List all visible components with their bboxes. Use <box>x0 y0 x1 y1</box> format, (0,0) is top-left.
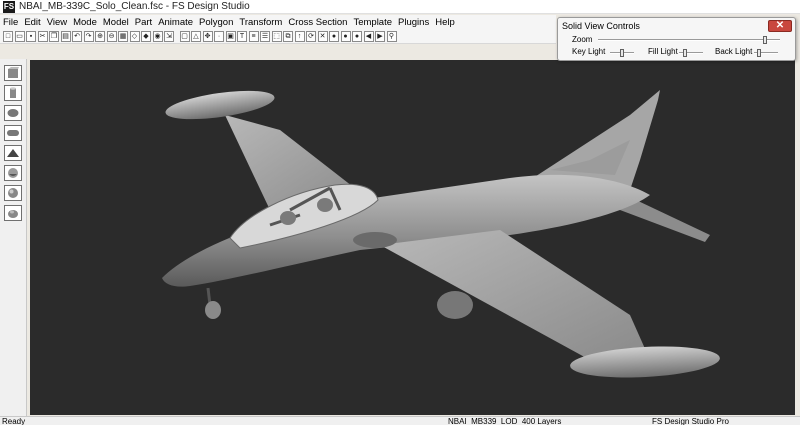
status-ready: Ready <box>2 417 26 425</box>
export-icon[interactable]: ⇲ <box>164 30 174 42</box>
select-icon[interactable]: ▢ <box>179 30 190 42</box>
menu-help[interactable]: Help <box>432 17 458 28</box>
panel-title: Solid View Controls <box>562 21 640 31</box>
redo-icon[interactable]: ↷ <box>83 30 94 42</box>
play-back-icon[interactable]: ◀ <box>363 30 374 42</box>
zoom-label: Zoom <box>572 35 593 44</box>
camera-icon[interactable]: ◉ <box>152 30 163 42</box>
triangle-icon[interactable]: △ <box>191 30 201 42</box>
menu-polygon[interactable]: Polygon <box>196 17 236 28</box>
cylinder-icon <box>10 87 16 98</box>
align-icon[interactable]: ☰ <box>260 30 270 42</box>
zoom-out-icon[interactable]: ⊖ <box>106 30 117 42</box>
title-bar: FS NBAI_MB-339C_Solo_Clean.fsc - FS Desi… <box>0 0 800 14</box>
torus-primitive-button[interactable] <box>4 185 22 201</box>
menu-mode[interactable]: Mode <box>70 17 100 28</box>
status-model-name: NBAI_MB339_LOD_400 Layers <box>448 417 562 425</box>
key-light-slider-thumb[interactable] <box>620 49 624 57</box>
3d-viewport[interactable] <box>30 60 795 415</box>
right-wing <box>380 230 650 360</box>
rotate-icon[interactable]: ⟳ <box>306 30 316 42</box>
menu-animate[interactable]: Animate <box>155 17 196 28</box>
play-forward-icon[interactable]: ▶ <box>375 30 385 42</box>
left-tip-tank <box>165 90 275 120</box>
blob-primitive-button[interactable] <box>4 205 22 221</box>
sphere-icon <box>7 109 19 117</box>
menu-transform[interactable]: Transform <box>236 17 285 28</box>
sphere-primitive-button[interactable] <box>4 105 22 121</box>
status-bar: Ready NBAI_MB339_LOD_400 Layers FS Desig… <box>0 416 800 425</box>
close-icon[interactable]: ✕ <box>768 20 792 32</box>
material-red-icon[interactable]: ● <box>329 30 339 42</box>
grid-icon[interactable]: ▦ <box>118 30 128 42</box>
copy-icon[interactable]: ❐ <box>49 30 59 42</box>
torus-icon <box>8 188 18 198</box>
point-icon[interactable]: · <box>214 30 224 42</box>
menu-view[interactable]: View <box>44 17 70 28</box>
group-icon[interactable]: ⧉ <box>283 30 293 42</box>
aircraft-model <box>162 90 720 378</box>
cone-icon <box>8 168 18 178</box>
capsule-icon <box>7 130 19 136</box>
move-icon[interactable]: ✥ <box>202 30 213 42</box>
material-green-icon[interactable]: ● <box>340 30 351 42</box>
pyramid-icon <box>7 149 19 157</box>
pyramid-primitive-button[interactable] <box>4 145 22 161</box>
app-window: FS NBAI_MB-339C_Solo_Clean.fsc - FS Desi… <box>0 0 800 425</box>
menu-template[interactable]: Template <box>350 17 395 28</box>
back-light-label: Back Light <box>715 47 753 56</box>
copilot-helmet <box>317 198 333 212</box>
cone-primitive-button[interactable] <box>4 165 22 181</box>
app-icon[interactable]: FS <box>3 0 15 13</box>
cube-primitive-button[interactable] <box>4 65 22 81</box>
solid-view-icon[interactable]: ◆ <box>141 30 151 42</box>
capsule-primitive-button[interactable] <box>4 125 22 141</box>
back-light-slider-thumb[interactable] <box>756 49 761 57</box>
menu-part[interactable]: Part <box>132 17 155 28</box>
fill-light-slider-thumb[interactable] <box>683 49 687 57</box>
pilot-helmet <box>280 211 296 225</box>
fill-light-label: Fill Light <box>648 47 678 56</box>
blob-icon <box>8 210 18 218</box>
list-icon[interactable]: ≡ <box>248 30 259 42</box>
wireframe-icon[interactable]: ◇ <box>129 30 140 42</box>
key-light-label: Key Light <box>572 47 606 56</box>
save-icon[interactable]: ▪ <box>26 30 36 42</box>
delete-icon[interactable]: ✕ <box>317 30 328 42</box>
open-file-icon[interactable]: ▭ <box>14 30 25 42</box>
texture-icon[interactable]: ● <box>352 30 362 42</box>
cylinder-primitive-button[interactable] <box>4 85 22 101</box>
binoculars-icon[interactable]: ⚲ <box>386 30 397 42</box>
text-icon[interactable]: T <box>237 30 247 42</box>
zoom-slider-thumb[interactable] <box>763 36 768 44</box>
undo-icon[interactable]: ↶ <box>72 30 82 42</box>
paste-icon[interactable]: ▤ <box>60 30 71 42</box>
tool-palette <box>0 59 27 416</box>
new-file-icon[interactable]: □ <box>3 30 13 42</box>
underwing-pod <box>437 291 473 319</box>
menu-plugins[interactable]: Plugins <box>395 17 432 28</box>
menu-model[interactable]: Model <box>100 17 132 28</box>
zoom-slider-track[interactable] <box>598 39 780 41</box>
solid-view-controls-panel: Solid View Controls ✕ Zoom Key Light Fil… <box>557 17 796 61</box>
arrow-up-icon[interactable]: ↑ <box>294 30 305 42</box>
frame-icon[interactable]: ⬚ <box>271 30 282 42</box>
menu-bar: File Edit View Mode Model Part Animate Polygon T… <box>0 15 556 29</box>
menu-cross-section[interactable]: Cross Section <box>285 17 350 28</box>
menu-file[interactable]: File <box>0 17 21 28</box>
toolbar: □ ▭ ▪ ✂ ❐ ▤ ↶ ↷ ⊕ ⊖ ▦ ◇ ◆ ◉ ⇲ ▢ △ ✥ · ▣ T ≡ ☰ ⬚ ⧉ ↑ ⟳ ✕ ● ● ● ◀ ▶ ⚲ <box>0 29 556 44</box>
window-title: NBAI_MB-339C_Solo_Clean.fsc - FS Design … <box>19 1 250 12</box>
scale-icon[interactable]: ▣ <box>225 30 236 42</box>
nose-gear-wheel <box>205 301 221 319</box>
zoom-in-icon[interactable]: ⊕ <box>95 30 105 42</box>
cube-icon <box>8 67 19 78</box>
air-intake <box>353 232 397 248</box>
status-app-name: FS Design Studio Pro <box>652 417 729 425</box>
menu-edit[interactable]: Edit <box>21 17 43 28</box>
cut-icon[interactable]: ✂ <box>37 30 48 42</box>
